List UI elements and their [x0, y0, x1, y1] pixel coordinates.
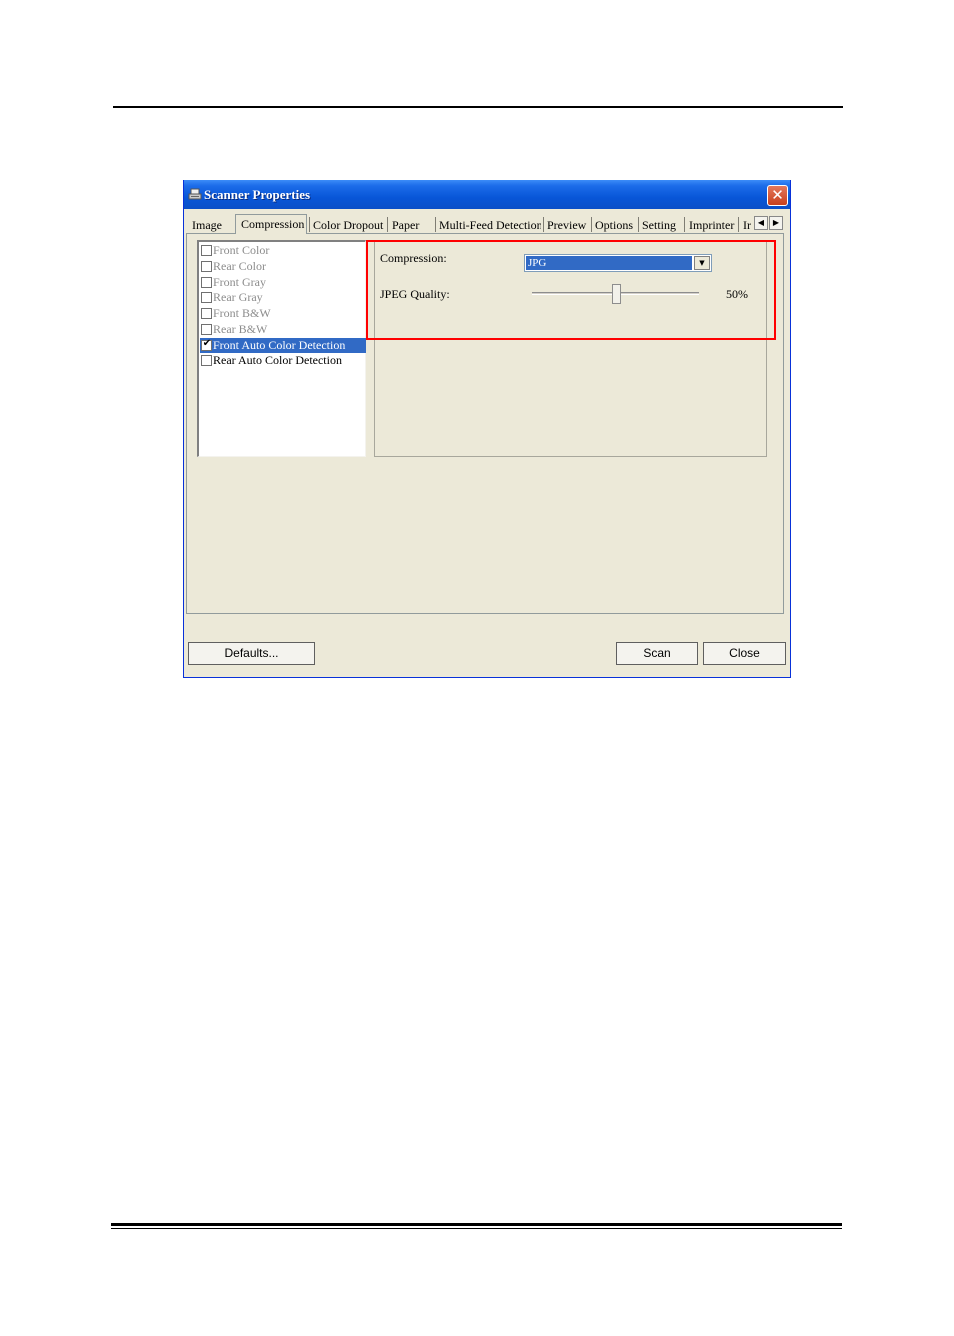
checkmark-icon: ✔ [202, 338, 212, 349]
footer-rule [111, 1223, 842, 1226]
tab-separator [684, 217, 685, 232]
tab-separator [543, 217, 544, 232]
checkbox[interactable] [201, 245, 212, 256]
window-title: Scanner Properties [204, 187, 311, 202]
tab-paper[interactable]: Paper [392, 216, 430, 234]
list-item-label: Front Auto Color Detection [213, 338, 346, 352]
checkbox[interactable] [201, 277, 212, 288]
checkbox-checked[interactable]: ✔ [201, 338, 212, 351]
tab-preview[interactable]: Preview [547, 216, 589, 234]
list-item-label: Rear B&W [213, 322, 268, 336]
checkbox[interactable] [201, 324, 212, 335]
close-icon: ✕ [771, 186, 784, 204]
tab-scroll-left-icon[interactable]: ◀ [754, 216, 768, 230]
tab-multi-feed-detection[interactable]: Multi-Feed Detection [439, 216, 541, 234]
title-bar[interactable]: Scanner Properties ✕ [184, 180, 790, 209]
list-item-selected[interactable]: ✔ Front Auto Color Detection [200, 338, 366, 353]
checkbox[interactable] [201, 261, 212, 272]
tab-setting[interactable]: Setting [642, 216, 682, 234]
list-item[interactable]: Rear B&W [200, 322, 366, 337]
close-button[interactable]: Close [703, 642, 786, 665]
tab-truncated[interactable]: Ir [743, 216, 753, 234]
tab-imprinter[interactable]: Imprinter [689, 216, 737, 234]
tab-separator [387, 217, 388, 232]
list-item[interactable]: Rear Gray [200, 290, 366, 305]
list-item-label: Front Gray [213, 275, 266, 289]
list-item[interactable]: Rear Color [200, 259, 366, 274]
list-item-label: Front Color [213, 243, 270, 257]
close-window-button[interactable]: ✕ [767, 185, 788, 206]
checkbox[interactable] [201, 308, 212, 319]
scan-button[interactable]: Scan [616, 642, 698, 665]
list-item-label: Rear Auto Color Detection [213, 353, 342, 367]
tab-separator [638, 217, 639, 232]
highlight-box [366, 240, 776, 340]
list-item[interactable]: Front Color [200, 243, 366, 258]
list-item[interactable]: Front B&W [200, 306, 366, 321]
list-item-label: Front B&W [213, 306, 271, 320]
tab-strip: Image Compression Color Dropout Paper Mu… [186, 214, 786, 234]
list-item[interactable]: Front Gray [200, 275, 366, 290]
tab-compression[interactable]: Compression [235, 214, 307, 234]
tab-separator [309, 217, 310, 232]
footer-rule-thin [111, 1228, 842, 1229]
list-item-label: Rear Gray [213, 290, 263, 304]
header-rule [113, 106, 843, 108]
tab-separator [591, 217, 592, 232]
list-item-label: Rear Color [213, 259, 266, 273]
tab-scroll-right-icon[interactable]: ▶ [769, 216, 783, 230]
tab-options[interactable]: Options [595, 216, 637, 234]
tab-separator [738, 217, 739, 232]
tab-image[interactable]: Image [192, 216, 230, 234]
checkbox[interactable] [201, 292, 212, 303]
list-item[interactable]: Rear Auto Color Detection [200, 353, 366, 368]
tab-color-dropout[interactable]: Color Dropout [313, 216, 386, 234]
checkbox[interactable] [201, 355, 212, 366]
tab-separator [435, 217, 436, 232]
defaults-button[interactable]: Defaults... [188, 642, 315, 665]
scanner-icon [188, 188, 202, 200]
image-type-list[interactable]: Front Color Rear Color Front Gray Rear G… [197, 240, 366, 457]
